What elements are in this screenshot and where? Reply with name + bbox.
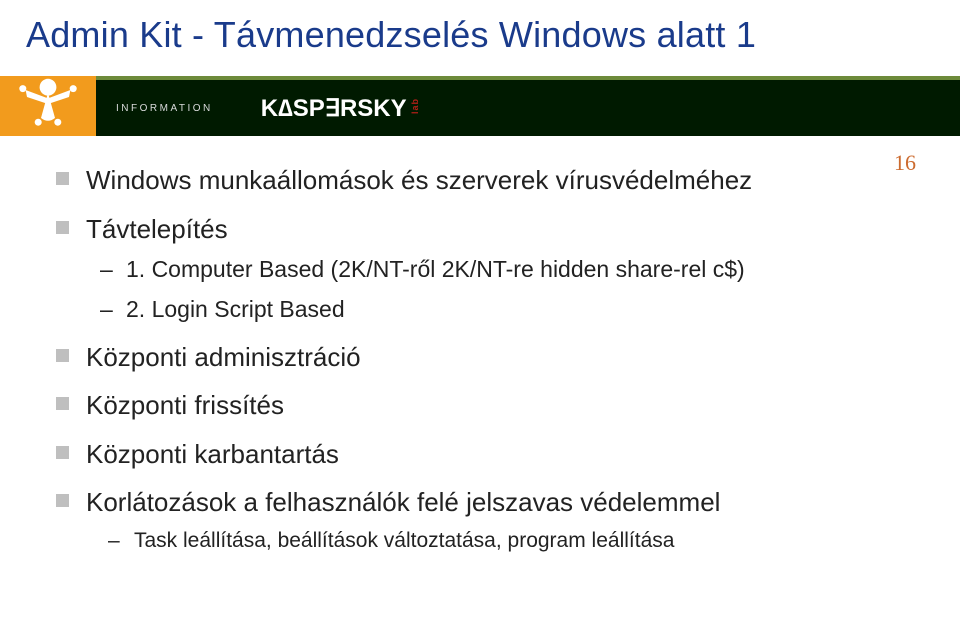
brand-suffix: lab [410,98,420,114]
bullet-item: Központi adminisztráció [56,341,904,374]
bullet-item: Korlátozások a felhasználók felé jelszav… [56,486,904,554]
sub-bullet-item: 1. Computer Based (2K/NT-ről 2K/NT-re hi… [86,255,904,285]
info-label: INFORMATION [116,103,213,114]
banner-right: INFORMATION K∆SP∃RSKY lab [96,76,960,136]
brand-logo: K∆SP∃RSKY lab [261,94,420,123]
bullet-item: Központi frissítés [56,389,904,422]
bullet-text: Korlátozások a felhasználók felé jelszav… [86,487,720,517]
slide-title: Admin Kit - Távmenedzselés Windows alatt… [0,0,960,56]
bullet-item: Távtelepítés 1. Computer Based (2K/NT-rő… [56,213,904,325]
sub-bullet-item: 2. Login Script Based [86,295,904,325]
banner: INFORMATION K∆SP∃RSKY lab [0,76,960,136]
bullet-text: Távtelepítés [86,214,228,244]
sub-bullet-item: Task leállítása, beállítások változtatás… [86,527,904,554]
bullet-item: Központi karbantartás [56,438,904,471]
banner-main: INFORMATION K∆SP∃RSKY lab [96,80,960,136]
bullet-item: Windows munkaállomások és szerverek víru… [56,164,904,197]
person-star-icon [4,62,92,132]
brand-icon-tile [0,76,96,136]
brand-text: K∆SP∃RSKY [261,94,407,123]
slide-content: Windows munkaállomások és szerverek víru… [0,136,960,554]
